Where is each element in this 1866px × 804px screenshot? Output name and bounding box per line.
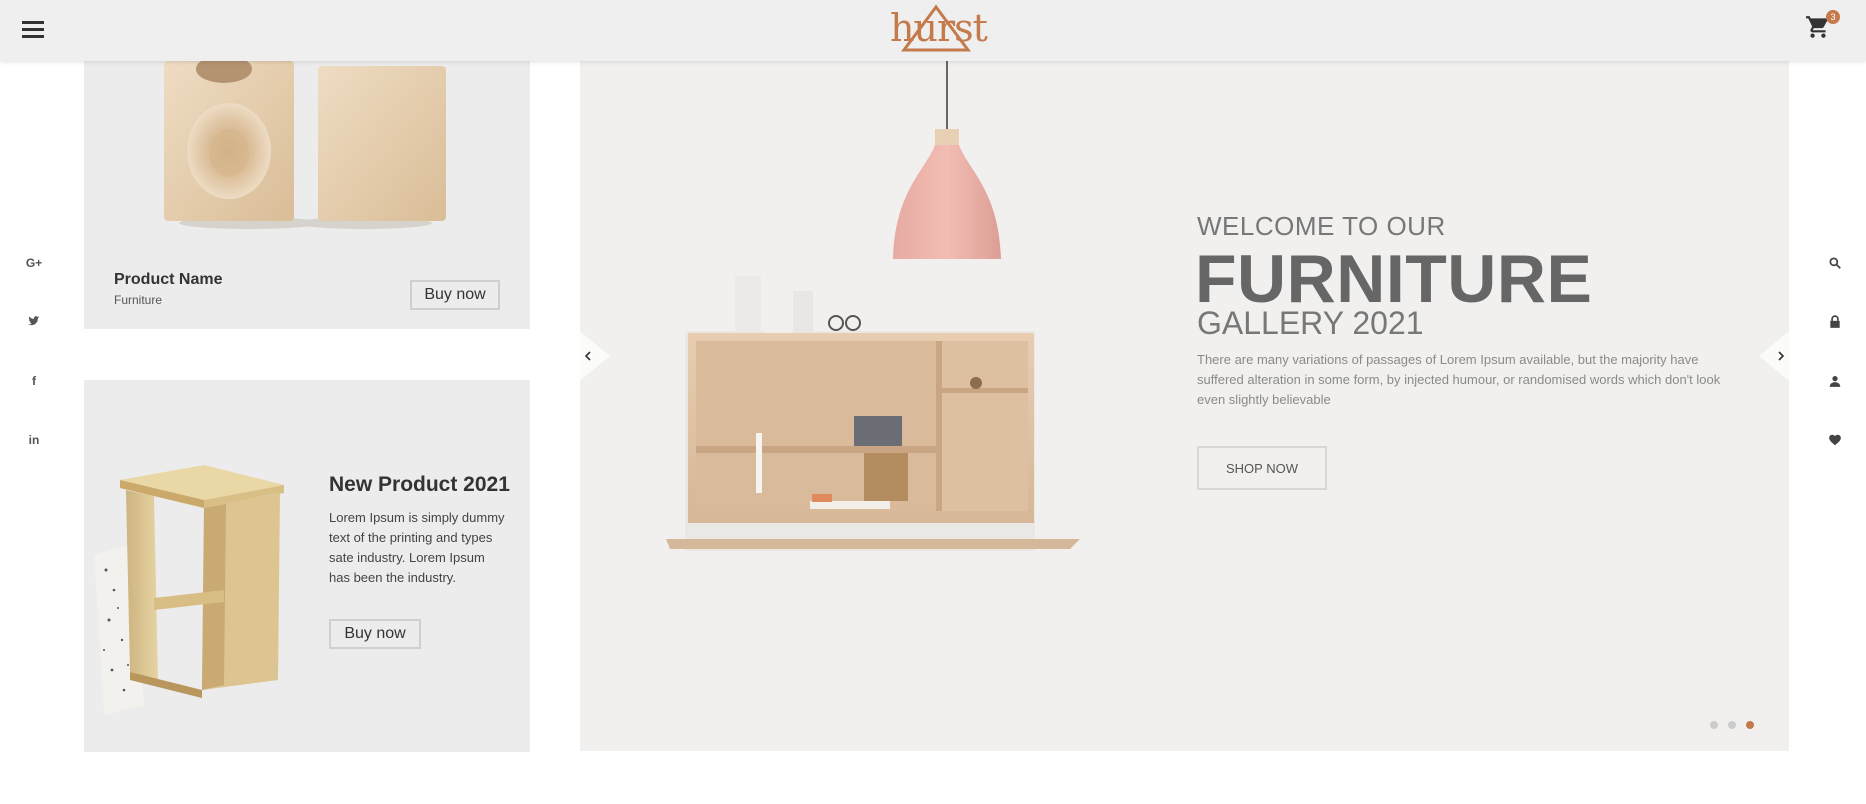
hero-welcome: WELCOME TO OUR	[1197, 211, 1446, 241]
facebook-icon[interactable]: f	[20, 374, 48, 396]
buy-now-button[interactable]: Buy now	[329, 619, 421, 649]
google-plus-icon[interactable]: G+	[20, 256, 48, 278]
linkedin-icon[interactable]: in	[20, 433, 48, 455]
product-name: Product Name	[114, 271, 223, 288]
chevron-right-icon[interactable]	[1759, 331, 1789, 381]
search-icon[interactable]	[1828, 256, 1850, 278]
wooden-blocks-image	[164, 61, 446, 229]
heart-icon[interactable]	[1828, 433, 1850, 455]
hero-gallery: GALLERY 2021	[1197, 305, 1424, 341]
slider-dot-active[interactable]	[1746, 721, 1754, 729]
slider-dot[interactable]	[1728, 721, 1736, 729]
logo-text: hurst	[890, 6, 988, 50]
hero-description: There are many variations of passages of…	[1197, 352, 1721, 407]
product-card: Product Name Furniture Buy now	[84, 61, 530, 329]
new-product-title: New Product 2021	[329, 473, 510, 496]
shop-now-button[interactable]: SHOP NOW	[1197, 446, 1327, 490]
new-product-description: Lorem Ipsum is simply dummy text of the …	[329, 510, 505, 585]
buy-now-button[interactable]: Buy now	[410, 280, 500, 310]
chevron-left-icon[interactable]	[580, 331, 610, 381]
user-icon[interactable]	[1828, 374, 1850, 396]
product-category: Furniture	[114, 293, 163, 307]
lock-icon[interactable]	[1828, 315, 1850, 337]
logo[interactable]: hurst	[890, 4, 988, 52]
twitter-icon[interactable]	[20, 315, 48, 337]
new-product-card: New Product 2021 Lorem Ipsum is simply d…	[84, 380, 530, 752]
hero-slider: WELCOME TO OUR FURNITURE GALLERY 2021 Th…	[580, 61, 1789, 751]
top-header: hurst 3	[0, 0, 1866, 61]
cart-count-badge: 3	[1826, 10, 1840, 24]
slider-dot[interactable]	[1710, 721, 1718, 729]
menu-icon[interactable]	[22, 19, 46, 39]
wooden-stool-image	[94, 465, 284, 715]
